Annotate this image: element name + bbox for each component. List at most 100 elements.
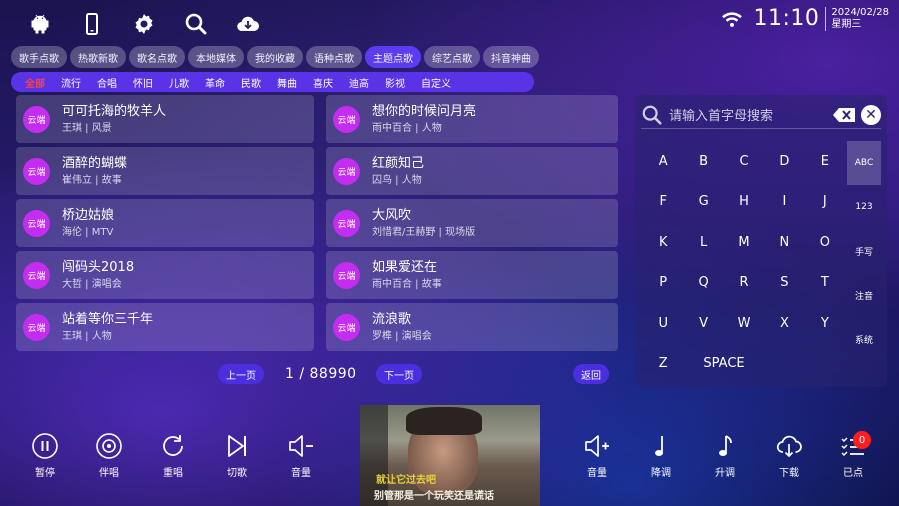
status-area: 11:10 2024/02/28 星期三 <box>721 6 889 31</box>
next-track-button[interactable]: 切歌 <box>213 432 261 479</box>
search-icon[interactable] <box>170 10 222 38</box>
key[interactable]: T <box>805 275 845 290</box>
tab-category[interactable]: 本地媒体 <box>188 46 244 68</box>
control-label: 降调 <box>651 468 671 479</box>
pause-button[interactable]: 暂停 <box>21 432 69 479</box>
cloud-badge: 云端 <box>333 261 360 289</box>
search-input[interactable]: 请输入首字母搜索 <box>669 105 833 124</box>
tab-category[interactable]: 歌手点歌 <box>11 46 67 68</box>
cloud-download-icon[interactable] <box>222 10 274 38</box>
subcategory[interactable]: 怀旧 <box>127 75 159 90</box>
key[interactable]: D <box>764 154 804 169</box>
mode-tab[interactable]: 123 <box>847 185 881 229</box>
subcategory-bar: 全部 流行 合唱 怀旧 儿歌 革命 民歌 舞曲 喜庆 迪高 影视 自定义 <box>11 72 534 92</box>
video-hair <box>406 407 482 435</box>
key[interactable]: U <box>643 316 683 331</box>
subcategory[interactable]: 舞曲 <box>271 75 303 90</box>
key[interactable]: M <box>724 235 764 250</box>
space-key[interactable]: SPACE <box>684 356 765 371</box>
subcategory-active[interactable]: 全部 <box>19 75 51 90</box>
subcategory[interactable]: 自定义 <box>415 75 457 90</box>
control-label: 音量 <box>291 468 311 479</box>
key[interactable]: A <box>643 154 683 169</box>
key[interactable]: E <box>805 154 845 169</box>
letter-keys: A B C D E F G H I J K L M N O P Q R S T <box>643 141 845 384</box>
key[interactable]: L <box>683 235 723 250</box>
song-item[interactable]: 云端 可可托海的牧羊人 王琪 | 风景 <box>16 95 314 143</box>
replay-button[interactable]: 重唱 <box>149 432 197 479</box>
key[interactable]: H <box>724 194 764 209</box>
key[interactable]: Z <box>643 356 684 371</box>
song-item[interactable]: 云端 酒醉的蝴蝶 崔伟立 | 故事 <box>16 147 314 195</box>
song-item[interactable]: 云端 站着等你三千年 王琪 | 人物 <box>16 303 314 351</box>
next-page-button[interactable]: 下一页 <box>376 364 422 384</box>
key[interactable]: F <box>643 194 683 209</box>
gear-icon[interactable] <box>118 10 170 38</box>
key[interactable]: B <box>683 154 723 169</box>
key[interactable]: J <box>805 194 845 209</box>
song-item[interactable]: 云端 流浪歌 罗榫 | 演唱会 <box>326 303 618 351</box>
key[interactable]: R <box>724 275 764 290</box>
key[interactable]: Y <box>805 316 845 331</box>
prev-page-button[interactable]: 上一页 <box>218 364 264 384</box>
clear-icon[interactable]: ✕ <box>861 104 881 125</box>
volume-up-button[interactable]: 音量 <box>573 432 621 479</box>
song-item[interactable]: 云端 如果爱还在 雨中百合 | 故事 <box>326 251 618 299</box>
phone-icon[interactable] <box>66 10 118 38</box>
key[interactable]: O <box>805 235 845 250</box>
key[interactable]: V <box>683 316 723 331</box>
key[interactable]: P <box>643 275 683 290</box>
key[interactable]: S <box>764 275 804 290</box>
tab-category[interactable]: 语种点歌 <box>306 46 362 68</box>
key[interactable]: N <box>764 235 804 250</box>
key[interactable]: W <box>724 316 764 331</box>
backspace-icon[interactable] <box>833 104 855 126</box>
mode-tab-active[interactable]: ABC <box>847 141 881 185</box>
download-button[interactable]: 下载 <box>765 432 813 479</box>
subcategory[interactable]: 民歌 <box>235 75 267 90</box>
volume-down-button[interactable]: 音量 <box>277 432 325 479</box>
song-item[interactable]: 云端 想你的时候问月亮 雨中百合 | 人物 <box>326 95 618 143</box>
control-label: 伴唱 <box>99 468 119 479</box>
tab-category-active[interactable]: 主题点歌 <box>365 46 421 68</box>
note-up-icon <box>719 435 732 456</box>
video-preview[interactable]: 就让它过去吧 别管那是一个玩笑还是谎话 <box>360 405 540 506</box>
tab-category[interactable]: 歌名点歌 <box>129 46 185 68</box>
tab-category[interactable]: 我的收藏 <box>247 46 303 68</box>
subcategory[interactable]: 影视 <box>379 75 411 90</box>
song-title: 站着等你三千年 <box>62 311 154 327</box>
note-down-icon <box>655 436 663 456</box>
key[interactable]: G <box>683 194 723 209</box>
tab-category[interactable]: 热歌新歌 <box>70 46 126 68</box>
mode-tab[interactable]: 系统 <box>847 317 881 361</box>
pitch-up-button[interactable]: 升调 <box>701 432 749 479</box>
page-indicator: 1 / 88990 <box>285 366 357 382</box>
accompaniment-button[interactable]: 伴唱 <box>85 432 133 479</box>
mode-tab[interactable]: 手写 <box>847 229 881 273</box>
subcategory[interactable]: 合唱 <box>91 75 123 90</box>
tab-category[interactable]: 抖音神曲 <box>483 46 539 68</box>
subcategory[interactable]: 流行 <box>55 75 87 90</box>
key[interactable]: C <box>724 154 764 169</box>
control-label: 下载 <box>779 468 799 479</box>
subcategory[interactable]: 迪高 <box>343 75 375 90</box>
mode-tab[interactable]: 注音 <box>847 273 881 317</box>
key[interactable]: Q <box>683 275 723 290</box>
song-item[interactable]: 云端 大风吹 刘惜君/王赫野 | 现场版 <box>326 199 618 247</box>
song-item[interactable]: 云端 桥边姑娘 海伦 | MTV <box>16 199 314 247</box>
subcategory[interactable]: 儿歌 <box>163 75 195 90</box>
song-item[interactable]: 云端 红颜知己 囚鸟 | 人物 <box>326 147 618 195</box>
search-bar[interactable]: 请输入首字母搜索 ✕ <box>641 101 881 129</box>
back-button[interactable]: 返回 <box>573 364 609 384</box>
subcategory[interactable]: 喜庆 <box>307 75 339 90</box>
song-title: 可可托海的牧羊人 <box>62 103 167 119</box>
song-item[interactable]: 云端 闯码头2018 大哲 | 演唱会 <box>16 251 314 299</box>
tab-category[interactable]: 综艺点歌 <box>424 46 480 68</box>
key[interactable]: K <box>643 235 683 250</box>
android-icon[interactable] <box>14 10 66 38</box>
subcategory[interactable]: 革命 <box>199 75 231 90</box>
pitch-down-button[interactable]: 降调 <box>637 432 685 479</box>
key[interactable]: I <box>764 194 804 209</box>
song-info: 大哲 | 演唱会 <box>62 278 122 290</box>
key[interactable]: X <box>764 316 804 331</box>
